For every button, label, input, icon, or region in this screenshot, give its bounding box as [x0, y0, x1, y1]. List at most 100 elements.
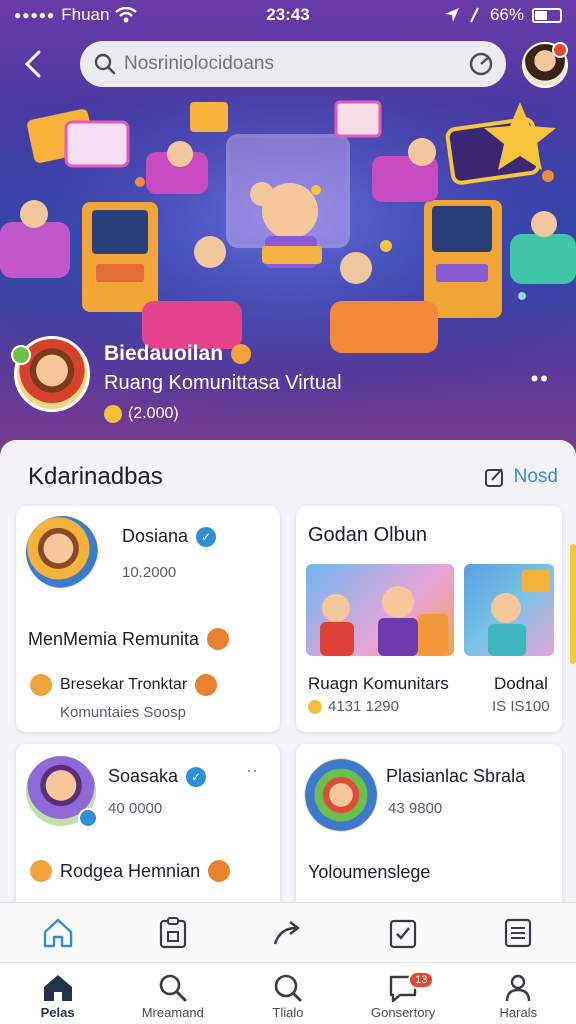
gallery-thumbnail[interactable] — [306, 564, 454, 656]
star-icon — [30, 860, 52, 882]
search-header — [0, 38, 576, 90]
gallery-meta: 4131 1290 — [308, 698, 399, 715]
gallery-meta-text: 4131 1290 — [328, 698, 399, 715]
hero-count: (2.000) — [104, 405, 342, 423]
share-icon — [273, 920, 300, 944]
card-name: Soasaka ✓ — [108, 766, 207, 787]
badge-icon — [207, 628, 230, 650]
search-bar[interactable] — [80, 41, 506, 87]
coin-icon — [104, 405, 122, 423]
nav-item-messages[interactable]: 13 Gonsertory — [348, 963, 458, 1024]
section-action-button[interactable]: Nosd — [484, 466, 558, 488]
unread-badge: 13 — [408, 971, 435, 989]
nav-item-search[interactable]: Mreamand — [118, 963, 228, 1024]
gallery-thumbnail[interactable] — [464, 564, 554, 656]
card-more-button[interactable]: ·· — [246, 760, 258, 781]
more-options-button[interactable]: •• — [531, 366, 550, 392]
coin-icon — [308, 699, 322, 714]
hero-info: Biedauoilan Ruang Komunittasa Virtual (2… — [11, 336, 342, 423]
action-toolbar — [0, 902, 576, 962]
calendar-tool-button[interactable] — [151, 911, 195, 955]
section-header: Kdarinadbas Nosd — [28, 460, 558, 494]
notification-badge — [552, 42, 568, 58]
verified-icon: ✓ — [186, 766, 207, 787]
notes-tool-button[interactable] — [496, 911, 540, 955]
home-tool-button[interactable] — [36, 911, 80, 955]
scroll-hint — [570, 544, 576, 664]
bottom-navigation: Pelas Mreamand Tlialo 13 Gonsertory Hara… — [0, 962, 576, 1024]
nav-label: Mreamand — [141, 1005, 204, 1020]
gallery-thumbnail-art — [320, 586, 448, 656]
gallery-caption: Ruagn Komunitars — [308, 674, 449, 693]
nav-item-home[interactable]: Pelas — [3, 963, 113, 1024]
card-tag: Rodgea Hemnian — [30, 860, 231, 882]
verified-icon: ✓ — [196, 526, 217, 547]
card-name: Dosiana ✓ — [122, 526, 217, 547]
community-card[interactable]: Soasaka ✓ ·· 40 0000 Rodgea Hemnian — [16, 744, 280, 914]
online-badge — [11, 345, 31, 365]
battery-icon — [532, 7, 562, 23]
community-card[interactable]: Dosiana ✓ 10.2000 MenMemia Remunita Bres… — [16, 506, 280, 732]
status-time: 23:43 — [266, 5, 310, 24]
section-action-label: Nosd — [513, 466, 558, 487]
hero-banner[interactable]: Biedauoilan Ruang Komunittasa Virtual (2… — [0, 96, 576, 440]
search-icon — [274, 974, 302, 1002]
card-tagline-text: MenMemia Remunita — [28, 628, 200, 649]
hero-title-text: Biedauoilan — [104, 342, 224, 365]
community-avatar — [26, 516, 98, 588]
community-avatar — [304, 758, 378, 832]
star-icon — [30, 674, 52, 696]
section-title: Kdarinadbas — [28, 463, 163, 490]
card-tag-text: Bresekar Tronktar — [60, 676, 188, 693]
hero-count-value: (2.000) — [128, 405, 179, 422]
home-icon — [43, 918, 72, 947]
badge-icon — [195, 674, 218, 696]
gallery-card[interactable]: Godan Olbun Ruagn Komunitars Dodnal 4131… — [296, 506, 562, 732]
member-count: 40 0000 — [108, 800, 163, 817]
refresh-icon[interactable] — [468, 51, 494, 77]
status-dot — [78, 808, 98, 828]
checklist-icon — [390, 919, 417, 948]
card-tag: Bresekar Tronktar — [30, 674, 218, 696]
nav-item-profile[interactable]: Harals — [463, 963, 573, 1024]
home-icon — [43, 975, 72, 1001]
gallery-caption-secondary: Dodnal — [494, 674, 548, 693]
card-tagline: Yoloumenslege — [308, 862, 431, 882]
nav-label: Harals — [499, 1005, 538, 1020]
card-name: Plasianlac Sbrala — [386, 766, 526, 786]
member-count: 43 9800 — [388, 800, 443, 817]
hero-subtitle: Ruang Komunittasa Virtual — [104, 372, 342, 394]
card-name-text: Soasaka — [108, 766, 179, 786]
nav-label: Gonsertory — [371, 1005, 436, 1020]
card-tagline: MenMemia Remunita — [28, 628, 230, 650]
card-subtitle: Komuntaies Soosp — [60, 704, 186, 721]
community-avatar — [26, 756, 98, 828]
edit-icon — [484, 468, 503, 487]
badge-icon — [208, 860, 231, 882]
user-avatar[interactable] — [522, 42, 568, 88]
hero-text: Biedauoilan Ruang Komunittasa Virtual (2… — [104, 342, 342, 423]
member-count: 10.2000 — [122, 564, 177, 581]
gallery-meta-secondary: IS IS100 — [492, 698, 550, 715]
badge-icon — [231, 344, 252, 364]
search-icon — [94, 53, 116, 75]
gallery-title: Godan Olbun — [308, 524, 427, 546]
status-bar: ●●●●● Fhuan 23:43 66% — [0, 0, 576, 30]
nav-label: Pelas — [40, 1005, 75, 1020]
nav-label: Tlialo — [272, 1005, 304, 1020]
search-input[interactable] — [124, 53, 468, 75]
gallery-thumbnail-art — [488, 570, 550, 656]
chevron-left-icon — [24, 50, 41, 78]
community-logo[interactable] — [11, 336, 90, 412]
community-card[interactable]: Plasianlac Sbrala 43 9800 Yoloumenslege — [296, 744, 562, 914]
clipboard-icon — [159, 916, 186, 948]
nav-item-explore[interactable]: Tlialo — [233, 963, 343, 1024]
back-button[interactable] — [8, 39, 58, 89]
profile-icon — [506, 974, 531, 1002]
document-icon — [505, 918, 532, 947]
card-name-text: Dosiana — [122, 526, 189, 546]
search-icon — [159, 974, 187, 1002]
share-tool-button[interactable] — [266, 911, 310, 955]
tasks-tool-button[interactable] — [381, 911, 425, 955]
hero-title: Biedauoilan — [104, 342, 342, 366]
